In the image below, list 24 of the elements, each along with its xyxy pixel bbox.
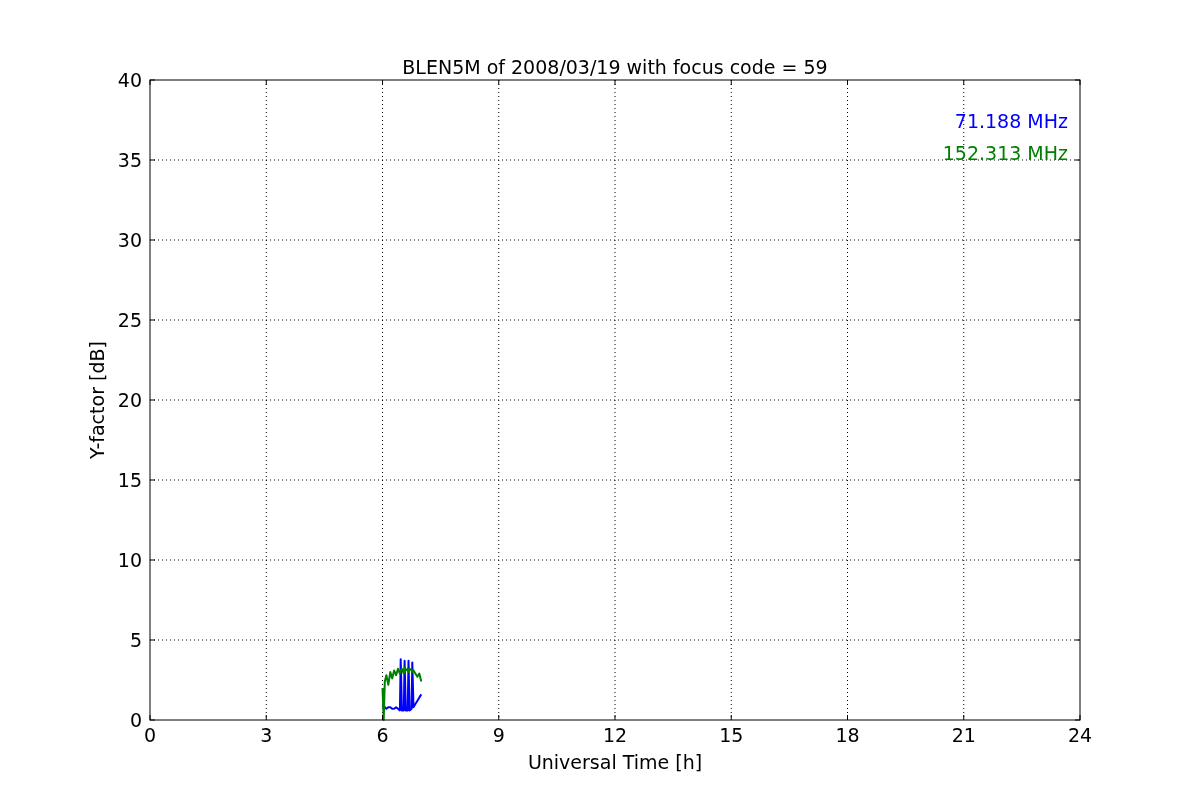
y-tick-label: 15: [117, 469, 142, 491]
x-axis-label: Universal Time [h]: [527, 751, 703, 773]
x-tick-label: 18: [835, 724, 860, 746]
y-tick-label: 25: [117, 309, 142, 331]
x-tick-label: 6: [376, 724, 389, 746]
legend-label: 71.188 MHz: [954, 110, 1068, 132]
y-tick-label: 0: [129, 709, 142, 731]
x-tick-label: 24: [1067, 724, 1093, 746]
x-tick-label: 3: [260, 724, 273, 746]
x-tick-label: 21: [951, 724, 976, 746]
y-tick-label: 5: [129, 629, 142, 651]
x-tick-label: 0: [143, 724, 157, 746]
x-tick-label: 12: [602, 724, 628, 746]
y-tick-label: 35: [117, 149, 142, 171]
x-tick-label: 9: [492, 724, 505, 746]
y-tick-label: 10: [117, 549, 142, 571]
y-tick-label: 20: [117, 389, 142, 411]
data-line: [381, 666, 423, 721]
x-tick-label: 15: [719, 724, 744, 746]
chart-title: BLEN5M of 2008/03/19 with focus code = 59: [402, 56, 828, 78]
y-tick-label: 40: [117, 69, 142, 91]
legend-label: 152.313 MHz: [942, 142, 1068, 164]
y-axis-label: Y-factor [dB]: [86, 341, 108, 459]
y-tick-label: 30: [117, 229, 142, 251]
